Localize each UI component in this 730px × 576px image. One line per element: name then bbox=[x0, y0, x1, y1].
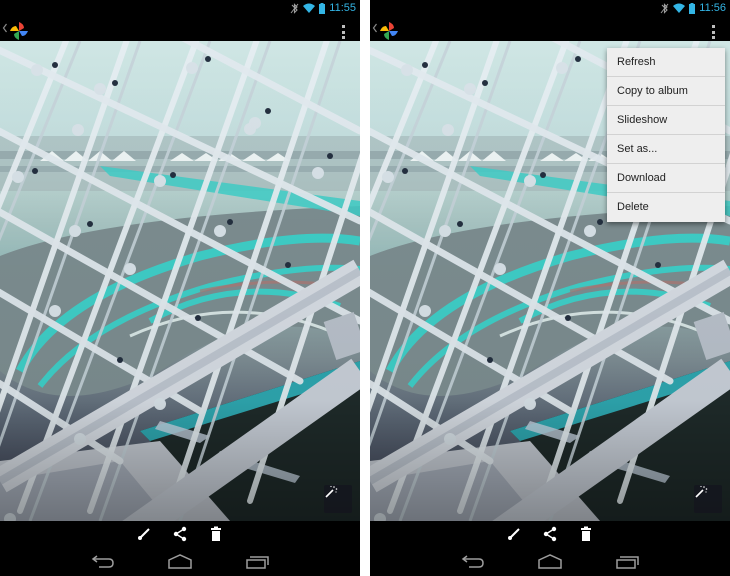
bluetooth-off-icon bbox=[290, 2, 299, 14]
phone-screen-right: 11:56 Refresh Copy to album Slideshow Se… bbox=[370, 0, 730, 576]
system-nav-bar bbox=[370, 547, 730, 576]
share-button[interactable] bbox=[171, 525, 189, 543]
menu-item-copy-to-album[interactable]: Copy to album bbox=[607, 77, 725, 106]
trash-icon bbox=[211, 526, 221, 541]
menu-item-set-as[interactable]: Set as... bbox=[607, 135, 725, 164]
back-icon bbox=[91, 555, 114, 568]
delete-button[interactable] bbox=[577, 525, 595, 543]
menu-item-refresh[interactable]: Refresh bbox=[607, 48, 725, 77]
chevron-left-icon[interactable] bbox=[2, 23, 8, 33]
edit-button[interactable] bbox=[135, 525, 153, 543]
status-icons: 11:56 bbox=[660, 1, 726, 15]
battery-icon bbox=[319, 2, 326, 14]
edit-button[interactable] bbox=[505, 525, 523, 543]
photo-image bbox=[0, 41, 360, 521]
back-icon bbox=[461, 555, 484, 568]
nav-recents-button[interactable] bbox=[615, 553, 641, 569]
battery-icon bbox=[689, 2, 696, 14]
magic-wand-icon bbox=[695, 485, 708, 498]
nav-recents-button[interactable] bbox=[245, 553, 271, 569]
home-icon bbox=[538, 554, 562, 569]
magic-wand-icon bbox=[325, 485, 338, 498]
status-icons: 11:55 bbox=[290, 1, 356, 15]
delete-button[interactable] bbox=[207, 525, 225, 543]
overflow-menu: Refresh Copy to album Slideshow Set as..… bbox=[607, 48, 725, 222]
menu-item-slideshow[interactable]: Slideshow bbox=[607, 106, 725, 135]
overflow-menu-icon[interactable] bbox=[712, 25, 716, 39]
chevron-left-icon[interactable] bbox=[372, 23, 378, 33]
share-button[interactable] bbox=[541, 525, 559, 543]
recents-icon bbox=[616, 556, 639, 569]
nav-home-button[interactable] bbox=[167, 553, 193, 569]
trash-icon bbox=[581, 526, 591, 541]
share-icon bbox=[543, 526, 557, 542]
bluetooth-off-icon bbox=[660, 2, 669, 14]
wifi-icon bbox=[303, 3, 316, 13]
auto-enhance-button[interactable] bbox=[694, 485, 722, 513]
status-time: 11:55 bbox=[329, 2, 356, 14]
action-bar bbox=[370, 16, 730, 41]
home-icon bbox=[168, 554, 192, 569]
google-photos-pinwheel-icon[interactable] bbox=[9, 21, 29, 41]
phone-screen-left: 11:55 bbox=[0, 0, 360, 576]
photo-action-toolbar bbox=[0, 521, 360, 547]
nav-home-button[interactable] bbox=[537, 553, 563, 569]
nav-back-button[interactable] bbox=[91, 553, 117, 569]
menu-item-delete[interactable]: Delete bbox=[607, 193, 725, 222]
wifi-icon bbox=[673, 3, 686, 13]
menu-item-download[interactable]: Download bbox=[607, 164, 725, 193]
status-bar: 11:55 bbox=[0, 0, 360, 16]
google-photos-pinwheel-icon[interactable] bbox=[379, 21, 399, 41]
overflow-menu-icon[interactable] bbox=[342, 25, 346, 39]
auto-enhance-button[interactable] bbox=[324, 485, 352, 513]
status-bar: 11:56 bbox=[370, 0, 730, 16]
brush-edit-icon bbox=[508, 528, 520, 540]
recents-icon bbox=[246, 556, 269, 569]
nav-back-button[interactable] bbox=[461, 553, 487, 569]
brush-edit-icon bbox=[138, 528, 150, 540]
status-time: 11:56 bbox=[699, 2, 726, 14]
system-nav-bar bbox=[0, 547, 360, 576]
action-bar bbox=[0, 16, 360, 41]
photo-viewer[interactable] bbox=[0, 41, 360, 521]
share-icon bbox=[173, 526, 187, 542]
photo-action-toolbar bbox=[370, 521, 730, 547]
